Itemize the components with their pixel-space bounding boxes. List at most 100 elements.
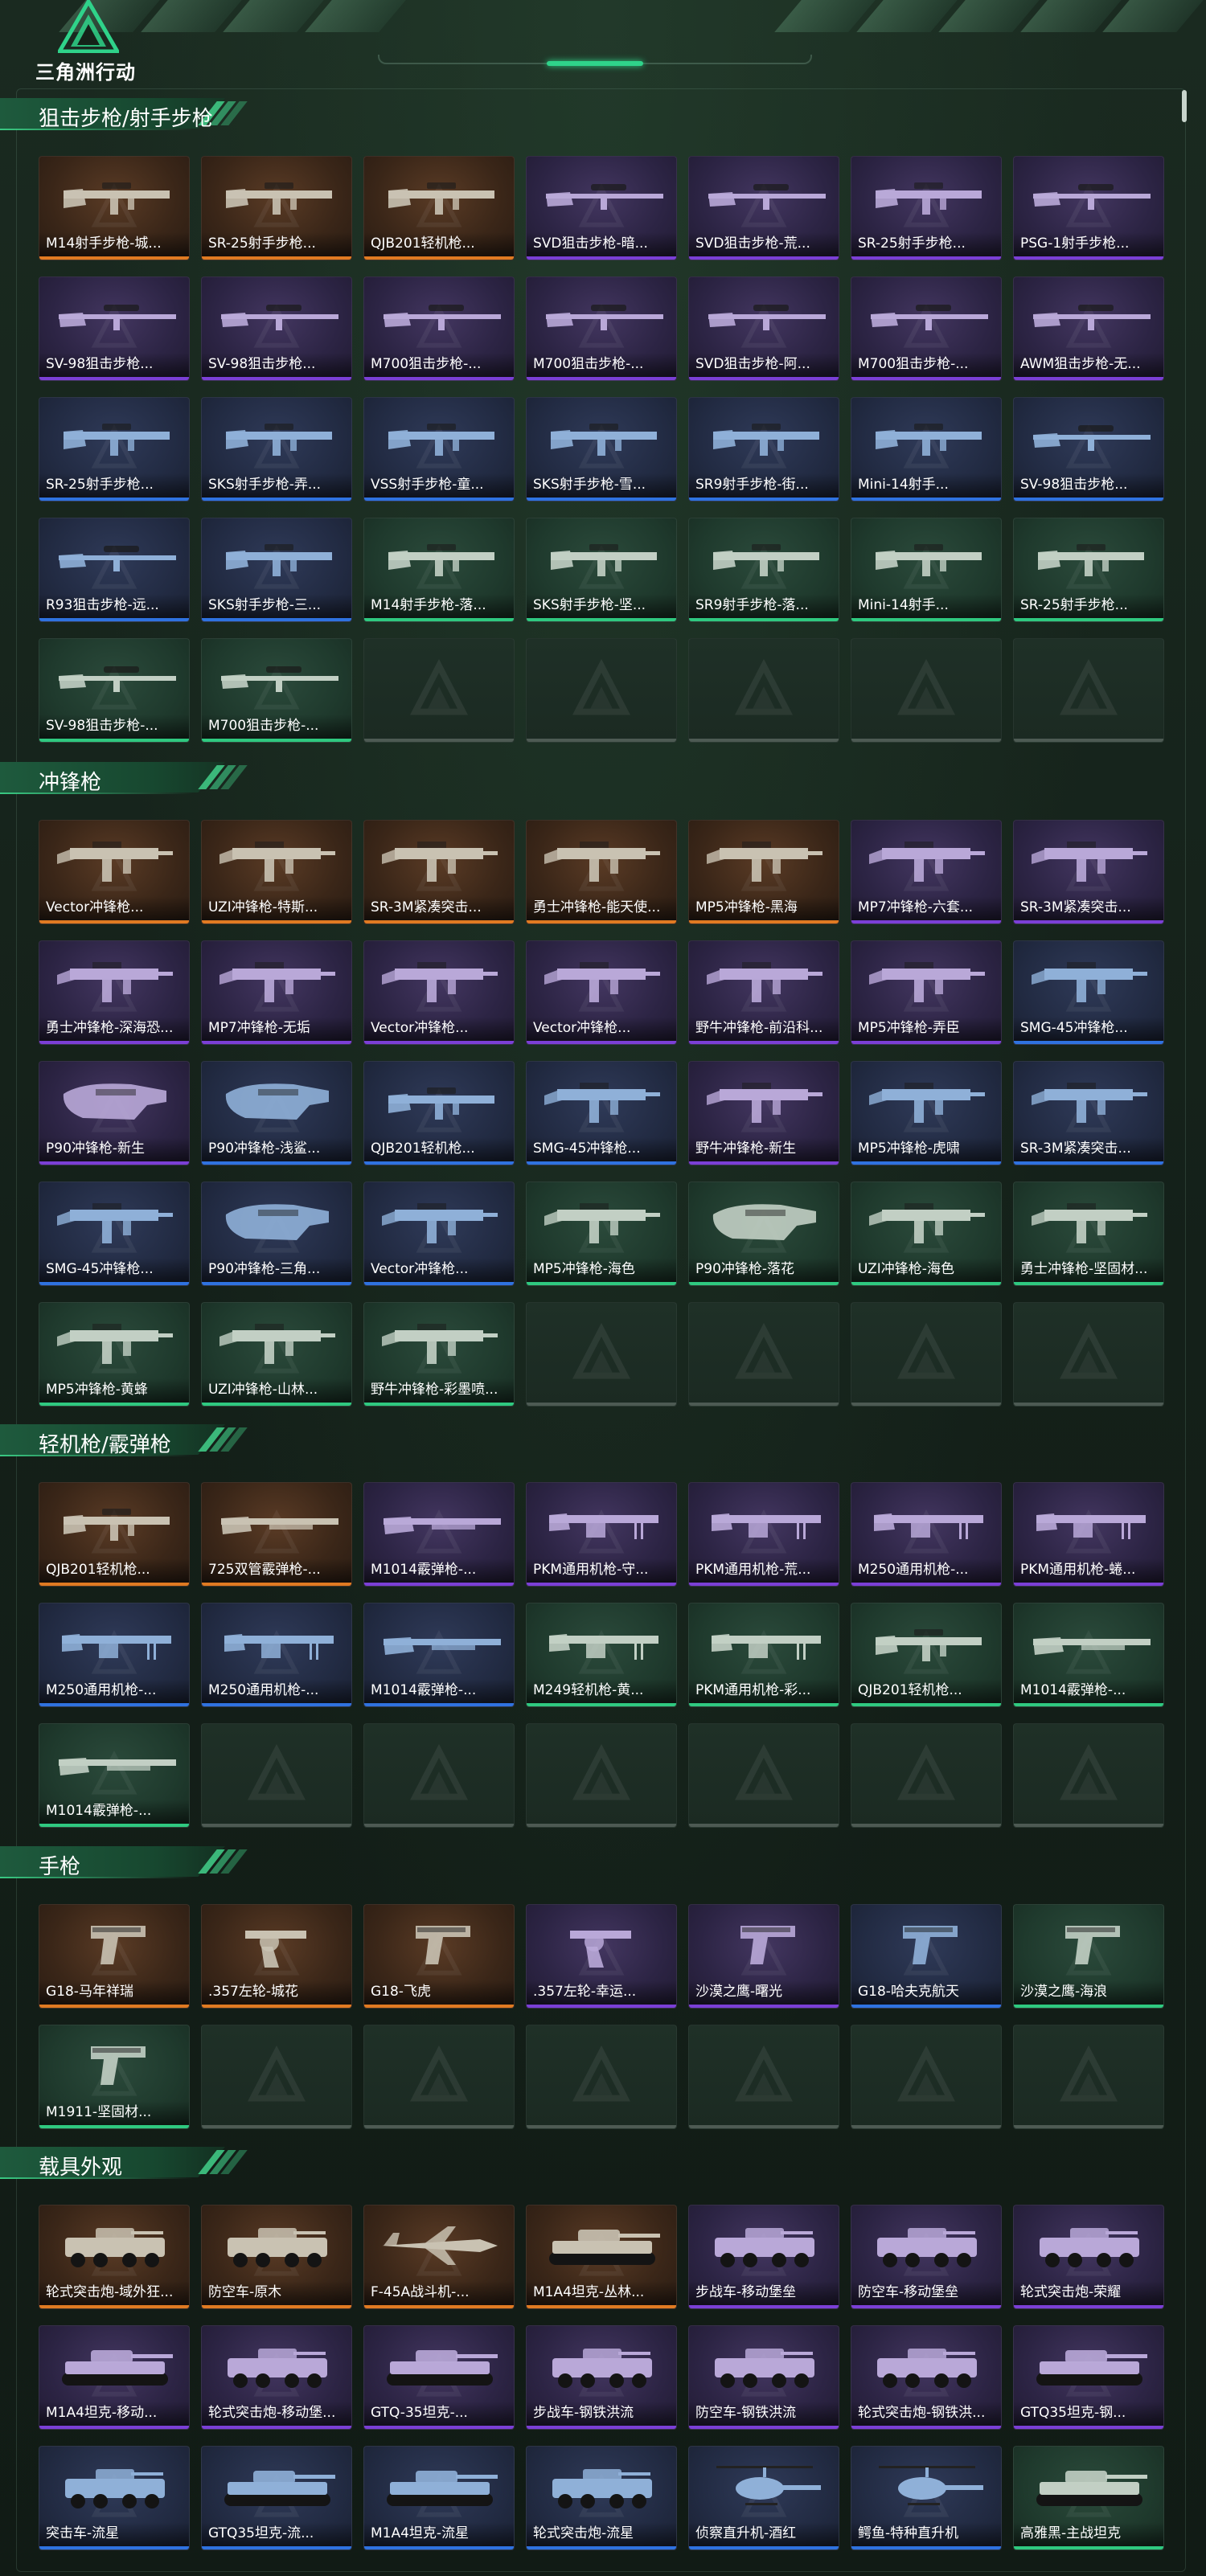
- skin-card[interactable]: 轮式突击炮-钢铁洪...: [851, 2325, 1002, 2430]
- skin-card[interactable]: MP5冲锋枪-黄蜂: [39, 1302, 190, 1407]
- skin-card[interactable]: SR9射手步枪-落...: [688, 518, 839, 622]
- skin-card[interactable]: 突击车-流星: [39, 2446, 190, 2550]
- skin-card[interactable]: F-45A战斗机-...: [363, 2205, 515, 2309]
- skin-card[interactable]: Vector冲锋枪...: [363, 1182, 515, 1286]
- skin-card[interactable]: UZI冲锋枪-海色: [851, 1182, 1002, 1286]
- scrollbar[interactable]: [1182, 90, 1187, 122]
- skin-card[interactable]: Vector冲锋枪...: [39, 820, 190, 924]
- skin-card[interactable]: MP5冲锋枪-黑海: [688, 820, 839, 924]
- skin-card[interactable]: MP5冲锋枪-海色: [526, 1182, 677, 1286]
- skin-card[interactable]: GTQ35坦克-钢...: [1013, 2325, 1164, 2430]
- skin-card[interactable]: 步战车-移动堡垒: [688, 2205, 839, 2309]
- skin-card[interactable]: .357左轮-幸运...: [526, 1904, 677, 2009]
- skin-card[interactable]: M14射手步枪-城...: [39, 156, 190, 260]
- skin-card[interactable]: Mini-14射手...: [851, 518, 1002, 622]
- skin-card[interactable]: Mini-14射手...: [851, 397, 1002, 502]
- skin-card[interactable]: SR-25射手步枪...: [851, 156, 1002, 260]
- skin-card[interactable]: M1911-坚固材...: [39, 2025, 190, 2129]
- skin-card[interactable]: QJB201轻机枪...: [363, 156, 515, 260]
- skin-card[interactable]: M1014霰弹枪-...: [39, 1723, 190, 1828]
- skin-card[interactable]: SKS射手步枪-弄...: [201, 397, 352, 502]
- skin-card[interactable]: SV-98狙击步枪...: [201, 276, 352, 381]
- skin-card[interactable]: SMG-45冲锋枪...: [39, 1182, 190, 1286]
- skin-card[interactable]: 沙漠之鹰-曙光: [688, 1904, 839, 2009]
- skin-card[interactable]: 鳄鱼-特种直升机: [851, 2446, 1002, 2550]
- skin-card[interactable]: M1014霰弹枪-...: [363, 1603, 515, 1707]
- skin-card[interactable]: 725双管霰弹枪-...: [201, 1482, 352, 1587]
- skin-card[interactable]: Vector冲锋枪...: [526, 940, 677, 1045]
- skin-card[interactable]: SKS射手步枪-三...: [201, 518, 352, 622]
- skin-card[interactable]: PKM通用机枪-守...: [526, 1482, 677, 1587]
- skin-card[interactable]: 轮式突击炮-移动堡...: [201, 2325, 352, 2430]
- skin-card[interactable]: MP5冲锋枪-虎啸: [851, 1061, 1002, 1165]
- skin-card[interactable]: GTQ35坦克-流...: [201, 2446, 352, 2550]
- skin-card[interactable]: M1A4坦克-流星: [363, 2446, 515, 2550]
- skin-card[interactable]: SR-3M紧凑突击...: [363, 820, 515, 924]
- skin-card[interactable]: MP7冲锋枪-无垢: [201, 940, 352, 1045]
- skin-card[interactable]: 防空车-钢铁洪流: [688, 2325, 839, 2430]
- skin-card[interactable]: SKS射手步枪-坚...: [526, 518, 677, 622]
- skin-card[interactable]: SVD狙击步枪-暗...: [526, 156, 677, 260]
- skin-card[interactable]: P90冲锋枪-浅鲨...: [201, 1061, 352, 1165]
- skin-card[interactable]: M14射手步枪-落...: [363, 518, 515, 622]
- skin-card[interactable]: 高雅黑-主战坦克: [1013, 2446, 1164, 2550]
- skin-card[interactable]: M1A4坦克-移动...: [39, 2325, 190, 2430]
- skin-card[interactable]: SVD狙击步枪-荒...: [688, 156, 839, 260]
- skin-card[interactable]: G18-哈夫克航天: [851, 1904, 1002, 2009]
- skin-card[interactable]: M700狙击步枪-...: [363, 276, 515, 381]
- skin-card[interactable]: 野牛冲锋枪-新生: [688, 1061, 839, 1165]
- skin-card[interactable]: AWM狙击步枪-无...: [1013, 276, 1164, 381]
- skin-card[interactable]: SR-25射手步枪...: [39, 397, 190, 502]
- skin-card[interactable]: UZI冲锋枪-山林...: [201, 1302, 352, 1407]
- skin-card[interactable]: MP7冲锋枪-六套...: [851, 820, 1002, 924]
- skin-card[interactable]: R93狙击步枪-远...: [39, 518, 190, 622]
- skin-card[interactable]: 野牛冲锋枪-前沿科...: [688, 940, 839, 1045]
- skin-card[interactable]: QJB201轻机枪...: [851, 1603, 1002, 1707]
- skin-card[interactable]: QJB201轻机枪...: [363, 1061, 515, 1165]
- skin-card[interactable]: SR9射手步枪-街...: [688, 397, 839, 502]
- skin-card[interactable]: 勇士冲锋枪-深海恐...: [39, 940, 190, 1045]
- skin-card[interactable]: SV-98狙击步枪-...: [39, 638, 190, 743]
- skin-card[interactable]: 勇士冲锋枪-坚固材...: [1013, 1182, 1164, 1286]
- skin-card[interactable]: G18-飞虎: [363, 1904, 515, 2009]
- skin-card[interactable]: GTQ-35坦克-...: [363, 2325, 515, 2430]
- skin-card[interactable]: M1014霰弹枪-...: [1013, 1603, 1164, 1707]
- skin-card[interactable]: SR-25射手步枪...: [201, 156, 352, 260]
- skin-card[interactable]: .357左轮-城花: [201, 1904, 352, 2009]
- skin-card[interactable]: SKS射手步枪-雪...: [526, 397, 677, 502]
- skin-card[interactable]: M249轻机枪-黄...: [526, 1603, 677, 1707]
- skin-card[interactable]: M700狙击步枪-...: [851, 276, 1002, 381]
- skin-card[interactable]: SVD狙击步枪-阿...: [688, 276, 839, 381]
- skin-card[interactable]: SR-3M紧凑突击...: [1013, 1061, 1164, 1165]
- skin-card[interactable]: SR-25射手步枪...: [1013, 518, 1164, 622]
- skin-card[interactable]: M700狙击步枪-...: [201, 638, 352, 743]
- skin-card[interactable]: P90冲锋枪-落花: [688, 1182, 839, 1286]
- skin-card[interactable]: Vector冲锋枪...: [363, 940, 515, 1045]
- skin-card[interactable]: P90冲锋枪-新生: [39, 1061, 190, 1165]
- skin-card[interactable]: MP5冲锋枪-弄臣: [851, 940, 1002, 1045]
- skin-card[interactable]: 侦察直升机-酒红: [688, 2446, 839, 2550]
- skin-card[interactable]: 沙漠之鹰-海浪: [1013, 1904, 1164, 2009]
- skin-card[interactable]: SMG-45冲锋枪...: [1013, 940, 1164, 1045]
- skin-card[interactable]: UZI冲锋枪-特斯...: [201, 820, 352, 924]
- skin-card[interactable]: G18-马年祥瑞: [39, 1904, 190, 2009]
- skin-card[interactable]: 勇士冲锋枪-能天使...: [526, 820, 677, 924]
- skin-card[interactable]: PKM通用机枪-蜷...: [1013, 1482, 1164, 1587]
- skin-card[interactable]: 防空车-移动堡垒: [851, 2205, 1002, 2309]
- skin-card[interactable]: 野牛冲锋枪-彩墨喷...: [363, 1302, 515, 1407]
- skin-card[interactable]: SR-3M紧凑突击...: [1013, 820, 1164, 924]
- skin-card[interactable]: P90冲锋枪-三角...: [201, 1182, 352, 1286]
- skin-card[interactable]: PKM通用机枪-荒...: [688, 1482, 839, 1587]
- skin-card[interactable]: M250通用机枪-...: [851, 1482, 1002, 1587]
- skin-card[interactable]: SMG-45冲锋枪...: [526, 1061, 677, 1165]
- skin-card[interactable]: SV-98狙击步枪...: [1013, 397, 1164, 502]
- skin-card[interactable]: M1014霰弹枪-...: [363, 1482, 515, 1587]
- skin-card[interactable]: 轮式突击炮-流星: [526, 2446, 677, 2550]
- skin-card[interactable]: SV-98狙击步枪...: [39, 276, 190, 381]
- skin-card[interactable]: 轮式突击炮-域外狂...: [39, 2205, 190, 2309]
- skin-card[interactable]: VSS射手步枪-童...: [363, 397, 515, 502]
- skin-card[interactable]: 防空车-原木: [201, 2205, 352, 2309]
- skin-card[interactable]: 轮式突击炮-荣耀: [1013, 2205, 1164, 2309]
- skin-card[interactable]: M250通用机枪-...: [39, 1603, 190, 1707]
- skin-card[interactable]: PSG-1射手步枪...: [1013, 156, 1164, 260]
